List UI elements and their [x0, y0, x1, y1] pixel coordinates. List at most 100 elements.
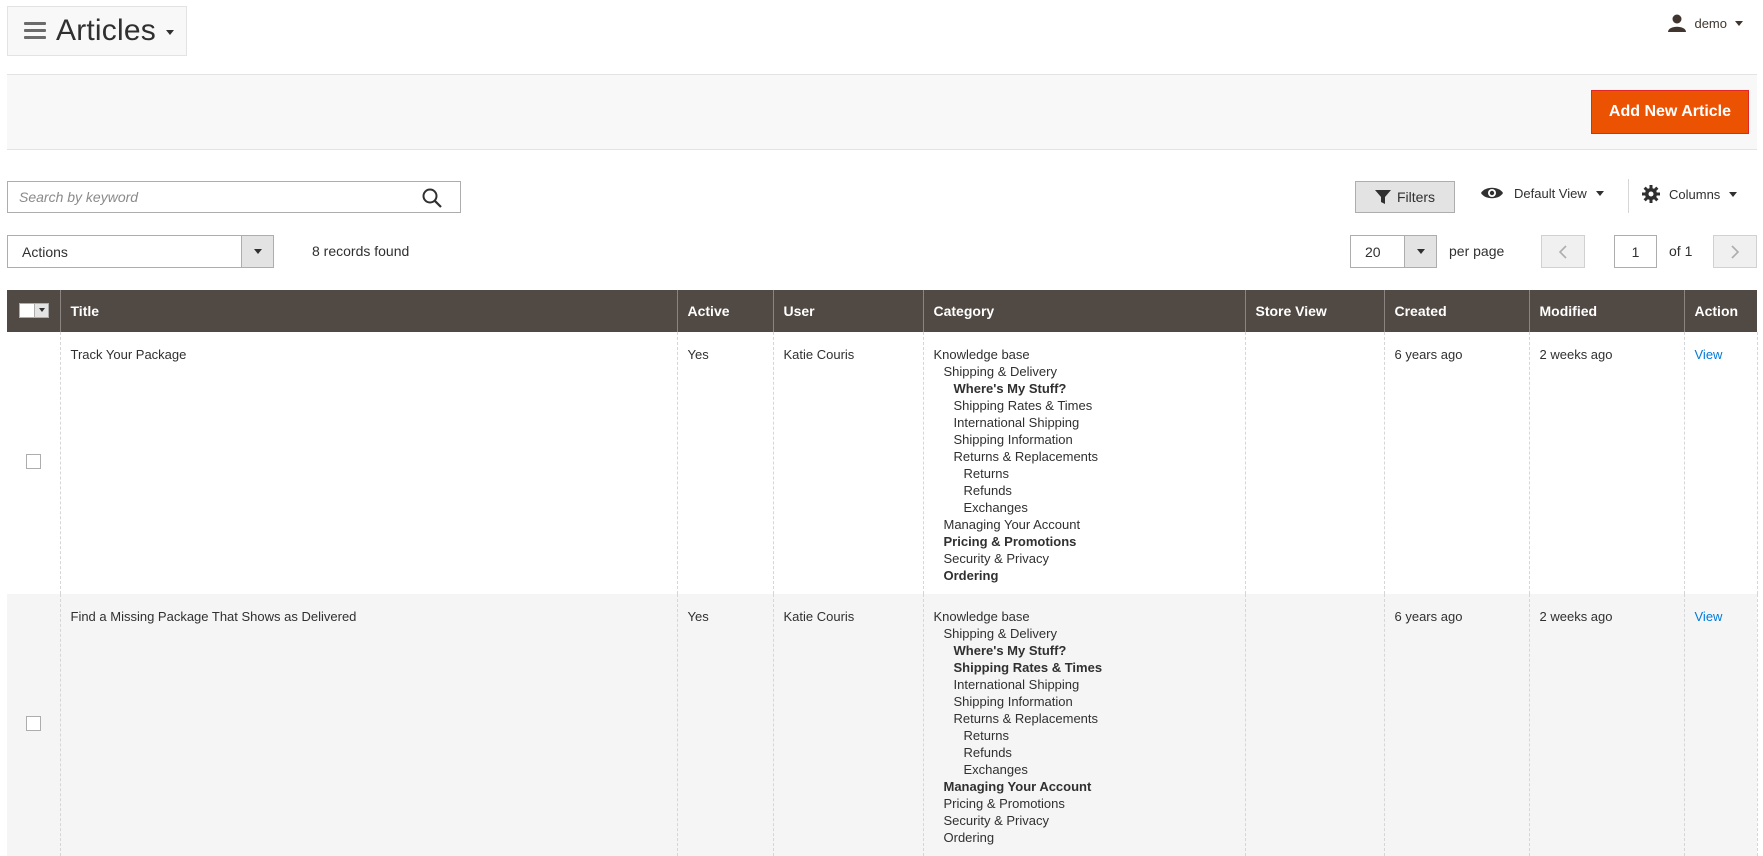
chevron-down-icon — [34, 303, 48, 317]
search-icon[interactable] — [422, 188, 442, 208]
column-header-user[interactable]: User — [772, 290, 923, 332]
page-actions-bar: Add New Article — [7, 74, 1757, 150]
search-field — [7, 181, 461, 213]
columns-label: Columns — [1669, 186, 1721, 202]
category-item: Returns & Replacements — [953, 711, 1099, 726]
page-title: Articles — [56, 14, 156, 47]
category-item: Shipping Rates & Times — [953, 660, 1103, 675]
column-header-action: Action — [1683, 290, 1757, 332]
chevron-right-icon — [1731, 244, 1740, 259]
next-page-button[interactable] — [1713, 235, 1757, 268]
category-item: International Shipping — [953, 677, 1080, 692]
category-tree: Knowledge base Shipping & Delivery Where's… — [934, 608, 1235, 846]
category-cell: Knowledge base Shipping & Delivery Where's… — [922, 594, 1245, 856]
per-page-select[interactable]: 20 — [1350, 235, 1437, 268]
mass-select-checkbox[interactable] — [19, 302, 49, 318]
category-item: Exchanges — [963, 500, 1028, 515]
category-item: Managing Your Account — [943, 779, 1092, 794]
action-cell: View — [1683, 594, 1758, 856]
category-item: Shipping & Delivery — [943, 364, 1057, 379]
title-cell: Find a Missing Package That Shows as Del… — [59, 594, 677, 856]
page-title-switcher[interactable]: Articles — [7, 6, 187, 56]
gear-icon — [1642, 185, 1660, 203]
created-cell: 6 years ago — [1383, 594, 1529, 856]
view-switcher[interactable]: Default View — [1480, 185, 1604, 201]
dropdown-arrow-icon[interactable] — [241, 236, 273, 267]
category-item: Refunds — [963, 483, 1012, 498]
category-item: Returns — [963, 466, 1010, 481]
category-item: Refunds — [963, 745, 1012, 760]
user-account-menu[interactable]: demo — [1667, 14, 1743, 32]
divider — [1628, 179, 1629, 213]
modified-cell: 2 weeks ago — [1528, 332, 1684, 594]
category-item: Where's My Stuff? — [953, 381, 1067, 396]
category-item: Pricing & Promotions — [943, 796, 1065, 811]
user-icon — [1668, 14, 1687, 32]
chevron-down-icon — [1735, 20, 1743, 26]
user-name: demo — [1694, 15, 1727, 31]
filters-label: Filters — [1396, 189, 1436, 205]
created-cell: 6 years ago — [1383, 332, 1529, 594]
columns-control[interactable]: Columns — [1642, 185, 1738, 203]
chevron-down-icon — [165, 30, 174, 35]
eye-icon — [1481, 187, 1503, 199]
row-checkbox[interactable] — [25, 453, 41, 469]
row-select-cell — [7, 594, 60, 856]
menu-icon — [24, 22, 46, 40]
table-row: Track Your Package Yes Katie Couris Know… — [7, 332, 1758, 594]
chevron-down-icon — [1729, 191, 1738, 197]
row-select-cell — [7, 332, 60, 594]
table-row: Find a Missing Package That Shows as Del… — [7, 594, 1758, 856]
category-item: International Shipping — [953, 415, 1080, 430]
add-new-article-button[interactable]: Add New Article — [1590, 90, 1749, 134]
page-total: of 1 — [1669, 243, 1693, 259]
chevron-down-icon — [1595, 190, 1604, 196]
view-link[interactable]: View — [1695, 609, 1723, 624]
category-item: Ordering — [943, 568, 999, 583]
records-count: 8 records found — [312, 243, 410, 259]
category-item: Managing Your Account — [943, 517, 1081, 532]
row-checkbox[interactable] — [25, 715, 41, 731]
title-cell: Track Your Package — [59, 332, 677, 594]
column-header-modified[interactable]: Modified — [1528, 290, 1684, 332]
category-item: Knowledge base — [933, 609, 1030, 624]
page-number-input[interactable] — [1614, 235, 1657, 268]
mass-actions-select[interactable]: Actions — [7, 235, 274, 268]
category-item: Security & Privacy — [943, 813, 1049, 828]
category-item: Shipping Information — [953, 432, 1073, 447]
category-tree: Knowledge base Shipping & Delivery Where's… — [934, 346, 1235, 584]
category-item: Pricing & Promotions — [943, 534, 1077, 549]
search-input[interactable] — [8, 182, 410, 212]
active-cell: Yes — [676, 594, 773, 856]
category-item: Returns — [963, 728, 1010, 743]
modified-cell: 2 weeks ago — [1528, 594, 1684, 856]
per-page-label: per page — [1449, 243, 1505, 259]
active-cell: Yes — [676, 332, 773, 594]
store-view-cell — [1244, 332, 1384, 594]
category-cell: Knowledge base Shipping & Delivery Where's… — [922, 332, 1245, 594]
view-label: Default View — [1514, 185, 1587, 201]
user-cell: Katie Couris — [772, 332, 923, 594]
category-item: Security & Privacy — [943, 551, 1049, 566]
column-header-store-view[interactable]: Store View — [1244, 290, 1384, 332]
action-cell: View — [1683, 332, 1758, 594]
category-item: Shipping Information — [953, 694, 1073, 709]
column-header-created[interactable]: Created — [1383, 290, 1529, 332]
column-header-category[interactable]: Category — [922, 290, 1245, 332]
category-item: Shipping Rates & Times — [953, 398, 1093, 413]
category-item: Knowledge base — [933, 347, 1030, 362]
view-link[interactable]: View — [1695, 347, 1723, 362]
category-item: Exchanges — [963, 762, 1028, 777]
column-header-active[interactable]: Active — [676, 290, 773, 332]
articles-grid: Title Active User Category Store View Cr… — [7, 290, 1758, 856]
store-view-cell — [1244, 594, 1384, 856]
previous-page-button[interactable] — [1541, 235, 1585, 268]
category-item: Returns & Replacements — [953, 449, 1099, 464]
category-item: Where's My Stuff? — [953, 643, 1067, 658]
dropdown-arrow-icon[interactable] — [1404, 236, 1436, 267]
filters-button[interactable]: Filters — [1355, 181, 1455, 213]
column-header-title[interactable]: Title — [59, 290, 677, 332]
user-cell: Katie Couris — [772, 594, 923, 856]
chevron-left-icon — [1558, 244, 1567, 259]
mass-actions-label: Actions — [22, 243, 68, 260]
